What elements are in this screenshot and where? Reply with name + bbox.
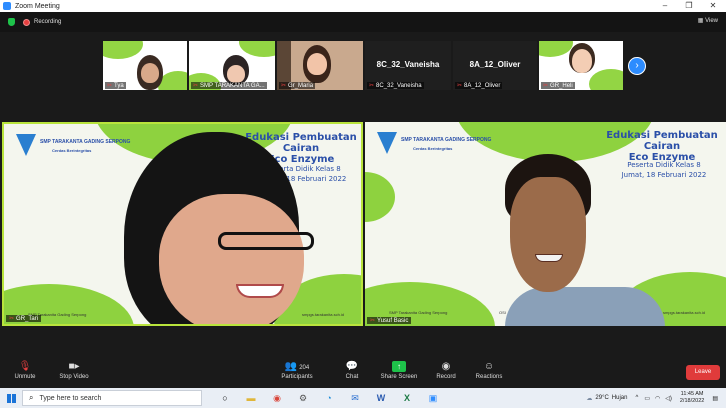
start-button[interactable] bbox=[0, 388, 22, 408]
stop-video-button[interactable]: ■▸ Stop Video bbox=[56, 360, 92, 380]
video-tile-main[interactable]: SMP TARAKANTA GADING SERPONG Cerdas Beri… bbox=[365, 122, 726, 326]
thumbnail-big-name: 8C_32_Vaneisha bbox=[376, 60, 440, 69]
notifications-icon[interactable]: ▤ bbox=[712, 395, 718, 402]
chat-icon: 💬 bbox=[345, 361, 359, 372]
share-screen-icon: ↑ bbox=[392, 361, 406, 372]
chat-button[interactable]: 💬 Chat bbox=[342, 360, 362, 380]
excel-icon[interactable]: X bbox=[398, 390, 416, 406]
stop-video-label: Stop Video bbox=[59, 374, 89, 380]
school-motto: Cerdas Berintegritas bbox=[413, 146, 453, 151]
slide-footer-right: smpgs.tarakanita.sch.id bbox=[302, 312, 345, 317]
reactions-icon: ☺ bbox=[483, 361, 495, 372]
participant-name-label: ✂ Yusuf Basic bbox=[367, 317, 412, 324]
window-titlebar: Zoom Meeting – ❐ ✕ bbox=[0, 0, 726, 12]
participant-name-label: ✂ GR_Tari bbox=[6, 315, 42, 322]
next-page-arrow-icon[interactable]: › bbox=[628, 57, 646, 75]
thumbnail-tile[interactable]: ✂ Gr_Maria bbox=[277, 41, 363, 90]
share-screen-button[interactable]: ↑ Share Screen bbox=[380, 360, 418, 380]
record-label: Record bbox=[436, 374, 456, 380]
reactions-button[interactable]: ☺ Reactions bbox=[474, 360, 504, 380]
thumbnail-tile[interactable]: 8A_12_Oliver ✂ 8A_12_Oliver bbox=[453, 41, 537, 90]
search-icon: ⌕ bbox=[29, 393, 34, 402]
view-button[interactable]: ▦ View bbox=[698, 17, 718, 24]
clock-date: 2/18/2022 bbox=[679, 398, 705, 404]
slide-footer-left: SMP Tarakanita Gading Serpong bbox=[389, 310, 448, 315]
temperature[interactable]: 29°C bbox=[595, 395, 608, 401]
taskbar-search-input[interactable]: ⌕ Type here to search bbox=[22, 390, 202, 406]
thumbnail-name: ✂ SMP TARAKANTA GA... bbox=[191, 82, 267, 89]
system-tray: ☁ 29°C Hujan ^ ▭ ◠ ◁) 11:45 AM 2/18/2022… bbox=[586, 388, 718, 408]
thumbnail-tile[interactable]: 8C_32_Vaneisha ✂ 8C_32_Vaneisha bbox=[365, 41, 451, 90]
school-motto: Cerdas Berintegritas bbox=[52, 148, 92, 153]
close-button[interactable]: ✕ bbox=[702, 0, 724, 12]
thumbnail-tile[interactable]: ✂ SMP TARAKANTA GA... bbox=[189, 41, 275, 90]
chrome-icon[interactable]: ◉ bbox=[268, 390, 286, 406]
wifi-icon[interactable]: ◠ bbox=[655, 395, 660, 402]
slide-footer-extra: OSI bbox=[499, 310, 506, 315]
recording-icon bbox=[23, 18, 30, 26]
thumbnail-name: ✂ Tya bbox=[105, 82, 126, 89]
thumbnail-big-name: 8A_12_Oliver bbox=[469, 60, 521, 69]
participants-label: Participants bbox=[281, 374, 313, 380]
zoom-logo-icon bbox=[3, 2, 11, 10]
weather-icon: ☁ bbox=[586, 395, 593, 402]
chat-label: Chat bbox=[345, 374, 359, 380]
search-placeholder: Type here to search bbox=[39, 394, 102, 402]
meeting-toolbar: 🎙 Unmute ■▸ Stop Video 👥 204 Participants… bbox=[0, 355, 726, 388]
recording-label: Recording bbox=[34, 19, 62, 25]
taskbar-clock[interactable]: 11:45 AM 2/18/2022 bbox=[680, 391, 704, 405]
video-tile-main[interactable]: SMP TARAKANTA GADING SERPONG Cerdas Beri… bbox=[2, 122, 363, 326]
clock-time: 11:45 AM bbox=[680, 391, 704, 397]
zoom-taskbar-icon[interactable]: ▣ bbox=[424, 390, 442, 406]
meeting-top-bar: Recording ▦ View bbox=[0, 12, 726, 32]
slide-footer-right: smpgs.tarakanita.sch.id bbox=[663, 310, 706, 315]
camera-icon: ■▸ bbox=[68, 361, 80, 372]
slide-title: Edukasi Pembuatan Cairan Eco Enzyme bbox=[606, 130, 718, 163]
security-shield-icon[interactable] bbox=[8, 18, 15, 26]
settings-icon[interactable]: ⚙ bbox=[294, 390, 312, 406]
maximize-button[interactable]: ❐ bbox=[678, 0, 700, 12]
share-screen-label: Share Screen bbox=[380, 374, 418, 380]
network-icon[interactable]: ▭ bbox=[644, 395, 650, 402]
task-view-icon[interactable]: ○ bbox=[216, 390, 234, 406]
thumbnail-name: ✂ 8A_12_Oliver bbox=[455, 82, 503, 89]
view-label: View bbox=[705, 18, 718, 24]
thumbnail-name: ✂ 8C_32_Vaneisha bbox=[367, 82, 424, 89]
microphone-muted-icon: 🎙 bbox=[18, 361, 32, 372]
participants-button[interactable]: 👥 204 Participants bbox=[276, 360, 318, 380]
reactions-label: Reactions bbox=[475, 374, 503, 380]
participants-icon: 👥 204 bbox=[284, 361, 310, 372]
minimize-button[interactable]: – bbox=[654, 0, 676, 12]
window-title: Zoom Meeting bbox=[15, 2, 60, 10]
unmute-button[interactable]: 🎙 Unmute bbox=[10, 360, 40, 380]
record-button[interactable]: ◉ Record bbox=[434, 360, 458, 380]
leave-button[interactable]: Leave bbox=[686, 365, 720, 380]
edge-icon[interactable]: ◔ bbox=[320, 390, 338, 406]
word-icon[interactable]: W bbox=[372, 390, 390, 406]
tray-chevron-icon[interactable]: ^ bbox=[635, 395, 638, 401]
weather-label[interactable]: Hujan bbox=[612, 395, 628, 401]
thumbnail-name: ✂ GR_Heli bbox=[541, 82, 575, 89]
windows-logo-icon bbox=[6, 393, 16, 403]
thumbnail-tile[interactable]: ✂ GR_Heli bbox=[539, 41, 623, 90]
mail-icon[interactable]: ✉ bbox=[346, 390, 364, 406]
volume-icon[interactable]: ◁) bbox=[665, 395, 672, 402]
record-icon: ◉ bbox=[441, 361, 451, 372]
file-explorer-icon[interactable]: ▬ bbox=[242, 390, 260, 406]
participants-count: 204 bbox=[299, 365, 310, 371]
school-name: SMP TARAKANTA GADING SERPONG bbox=[401, 137, 492, 143]
thumbnail-name: ✂ Gr_Maria bbox=[279, 82, 316, 89]
unmute-label: Unmute bbox=[14, 374, 36, 380]
school-name: SMP TARAKANTA GADING SERPONG bbox=[40, 139, 131, 145]
slide-subtitle: Peserta Didik Kelas 8 Jumat, 18 Februari … bbox=[621, 161, 707, 179]
thumbnail-tile[interactable]: ✂ Tya bbox=[103, 41, 187, 90]
